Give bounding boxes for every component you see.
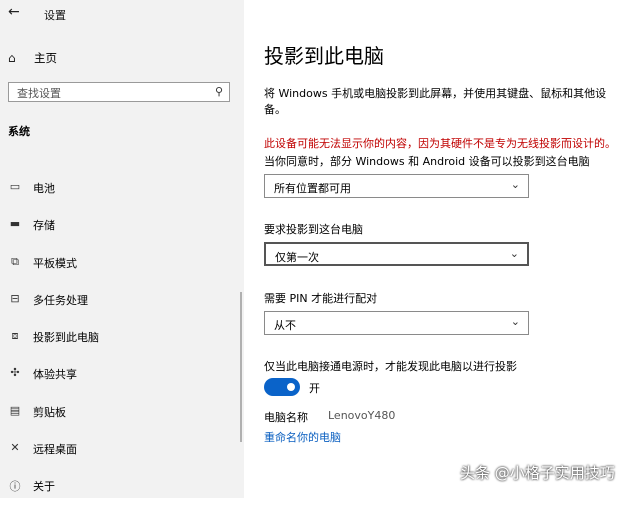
search-input[interactable]	[15, 85, 209, 101]
remote-desktop-icon: ✕	[10, 441, 20, 455]
sidebar-item-about[interactable]: ⓘ 关于	[0, 470, 244, 507]
sidebar-item-shared-experiences[interactable]: ✣ 体验共享	[0, 358, 244, 395]
ask-value: 仅第一次	[275, 251, 319, 264]
sidebar-scrollbar[interactable]	[240, 292, 242, 442]
sidebar-item-storage[interactable]: ▬ 存储	[0, 209, 244, 246]
pin-value: 从不	[274, 319, 296, 332]
window-title: 设置	[44, 9, 66, 22]
home-label: 主页	[34, 51, 57, 65]
pc-name-label: 电脑名称	[264, 411, 308, 424]
clipboard-icon: ▤	[9, 403, 21, 417]
search-box[interactable]: ⚲	[8, 82, 230, 102]
page-title: 投影到此电脑	[264, 44, 384, 68]
sidebar-item-battery[interactable]: ▭ 电池	[0, 172, 244, 209]
home-nav[interactable]: ⌂ 主页	[8, 48, 57, 68]
sidebar-item-label: 投影到此电脑	[33, 331, 99, 345]
watermark: 头条 @小格子实用技巧	[456, 462, 615, 483]
sidebar-item-remote-desktop[interactable]: ✕ 远程桌面	[0, 433, 244, 470]
sidebar: ← 设置 ⌂ 主页 ⚲ 系统 ▭ 电池 ▬ 存储 ⧉ 平板模式 ⊟ 多任务处理 …	[0, 0, 244, 498]
sidebar-item-label: 电池	[33, 182, 55, 195]
sidebar-item-label: 体验共享	[33, 368, 77, 382]
title-bar: ← 设置	[0, 0, 244, 26]
back-arrow-icon[interactable]: ←	[8, 4, 20, 20]
watermark-text: 头条 @小格子实用技巧	[460, 464, 615, 482]
rename-pc-link[interactable]: 重命名你的电脑	[264, 429, 341, 445]
multitasking-icon: ⊟	[10, 291, 20, 305]
chevron-down-icon: ⌄	[509, 247, 519, 260]
availability-label: 当你同意时，部分 Windows 和 Android 设备可以投影到这台电脑	[264, 155, 590, 168]
shared-experiences-icon: ✣	[10, 366, 20, 380]
sidebar-item-multitasking[interactable]: ⊟ 多任务处理	[0, 284, 244, 321]
battery-icon: ▭	[9, 180, 21, 193]
sidebar-item-project[interactable]: ⧈ 投影到此电脑	[0, 321, 244, 358]
sidebar-item-clipboard[interactable]: ▤ 剪贴板	[0, 396, 244, 433]
sidebar-item-label: 远程桌面	[33, 443, 77, 457]
hardware-warning: 此设备可能无法显示你的内容，因为其硬件不是专为无线投影而设计的。	[264, 137, 616, 150]
sidebar-item-label: 存储	[33, 219, 55, 233]
sidebar-item-tablet-mode[interactable]: ⧉ 平板模式	[0, 247, 244, 284]
project-icon: ⧈	[11, 329, 19, 343]
power-toggle[interactable]	[264, 378, 300, 396]
home-icon: ⌂	[8, 51, 16, 65]
availability-value: 所有位置都可用	[274, 182, 351, 195]
chevron-down-icon: ⌄	[510, 315, 520, 328]
sidebar-item-label: 多任务处理	[33, 293, 88, 307]
toggle-state-label: 开	[309, 382, 320, 395]
storage-icon: ▬	[9, 217, 21, 231]
tablet-mode-icon: ⧉	[11, 254, 19, 268]
pc-name-value: LenovoY480	[328, 409, 396, 422]
sidebar-nav: ▭ 电池 ▬ 存储 ⧉ 平板模式 ⊟ 多任务处理 ⧈ 投影到此电脑 ✣ 体验共享…	[0, 172, 244, 508]
chevron-down-icon: ⌄	[510, 178, 520, 191]
toggle-knob	[287, 383, 295, 391]
pin-label: 需要 PIN 才能进行配对	[264, 292, 378, 305]
sidebar-item-label: 剪贴板	[33, 405, 66, 419]
power-label: 仅当此电脑接通电源时，才能发现此电脑以进行投影	[264, 360, 517, 373]
availability-dropdown[interactable]: 所有位置都可用 ⌄	[264, 174, 529, 198]
page-description: 将 Windows 手机或电脑投影到此屏幕，并使用其键盘、鼠标和其他设备。	[264, 87, 607, 116]
search-icon[interactable]: ⚲	[215, 85, 223, 98]
sidebar-item-label: 关于	[33, 480, 55, 494]
section-label: 系统	[8, 125, 30, 138]
ask-dropdown[interactable]: 仅第一次 ⌄	[264, 242, 529, 266]
pin-dropdown[interactable]: 从不 ⌄	[264, 311, 529, 335]
sidebar-item-label: 平板模式	[33, 256, 77, 270]
info-icon: ⓘ	[9, 480, 21, 494]
ask-label: 要求投影到这台电脑	[264, 223, 363, 236]
